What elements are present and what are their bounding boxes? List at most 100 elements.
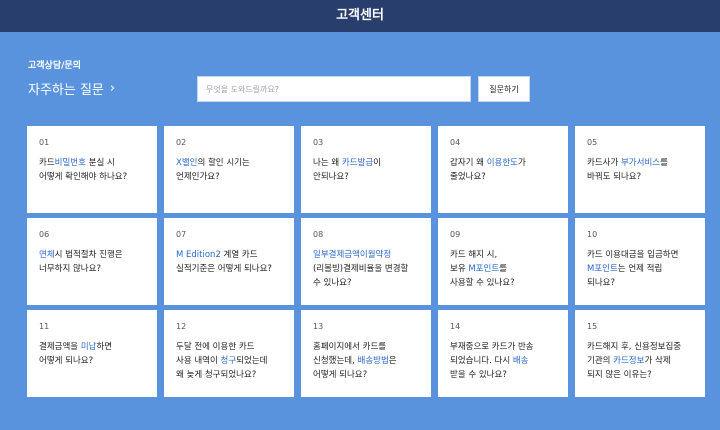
faq-number: 10 [587, 230, 598, 239]
faq-card[interactable]: 14 부재중으로 카드가 반송 되었습니다. 다시 배송 받을 수 있나요? [438, 310, 568, 397]
faq-text: 줄었나요? [450, 172, 486, 182]
faq-text: 신청했는데, [313, 356, 358, 366]
faq-title-link[interactable]: 자주하는 질문 › [28, 79, 115, 98]
faq-text: 되지 않은 이유는? [587, 370, 652, 380]
faq-question-line: 안되나요? [313, 170, 421, 184]
faq-card[interactable]: 06 연체시 법적절차 진행은 너무하지 않나요? [27, 218, 157, 305]
faq-question-line: 일부결제금액이월약정 [313, 248, 421, 262]
faq-question: 카드해지 후, 신용정보집중 기관의 카드정보가 삭제 되지 않은 이유는? [587, 340, 695, 382]
faq-question-line: (리볼빙)결제비율을 변경할 [313, 262, 421, 276]
faq-card[interactable]: 07 M Edition2 계열 카드 실적기준은 어떻게 되나요? [164, 218, 294, 305]
faq-question-line: 받을 수 있나요? [450, 368, 558, 382]
faq-text: 어떻게 되나요? [313, 370, 368, 380]
faq-question-line: 너무하지 않나요? [39, 262, 147, 276]
faq-keyword: 일부결제금액이월약정 [313, 250, 392, 260]
faq-text: 왜 늦게 청구되었나요? [176, 370, 257, 380]
faq-card[interactable]: 13 홈페이지에서 카드를 신청했는데, 배송방법은 어떻게 되나요? [301, 310, 431, 397]
header-bar: 고객센터 [0, 0, 720, 32]
faq-number: 04 [450, 138, 461, 147]
faq-card[interactable]: 10 카드 이용대금을 입금하면 M포인트는 언제 적립 되나요? [575, 218, 705, 305]
faq-question-line: 왜 늦게 청구되었나요? [176, 368, 284, 382]
faq-question-line: 어떻게 되나요? [313, 368, 421, 382]
faq-question: M Edition2 계열 카드 실적기준은 어떻게 되나요? [176, 248, 284, 276]
faq-text: 받을 수 있나요? [450, 370, 507, 380]
faq-question: 나는 왜 카드발급이안되나요? [313, 156, 421, 184]
faq-number: 14 [450, 322, 461, 331]
faq-grid: 01 카드비밀번호 분실 시 어떻게 확인해야 하나요? 02 X밸인의 할인 시기는 언… [27, 126, 708, 397]
faq-card[interactable]: 02 X밸인의 할인 시기는 언제인가요? [164, 126, 294, 213]
chevron-right-icon: › [109, 81, 116, 96]
faq-question-line: M Edition2 계열 카드 [176, 248, 284, 262]
faq-question-line: 카드사가 부가서비스를 [587, 156, 695, 170]
faq-number: 09 [450, 230, 461, 239]
faq-number: 12 [176, 322, 187, 331]
faq-card[interactable]: 09 카드 해지 시, 보유 M포인트를 사용할 수 있나요? [438, 218, 568, 305]
faq-text: 는 언제 적립 [617, 264, 663, 274]
faq-keyword: M포인트 [587, 264, 618, 274]
faq-text: 가 [517, 158, 526, 168]
faq-text: 이 [373, 158, 381, 168]
faq-text: 시 법적절차 진행은 [54, 250, 123, 260]
ask-question-button[interactable]: 질문하기 [478, 76, 530, 102]
faq-question-line: 카드비밀번호 분실 시 [39, 156, 147, 170]
faq-keyword: 카드발급 [341, 158, 374, 168]
faq-text: 사용 내역이 [176, 356, 221, 366]
faq-question-line: 홈페이지에서 카드를 [313, 340, 421, 354]
faq-text: 하면 [96, 342, 113, 352]
faq-number: 05 [587, 138, 598, 147]
faq-keyword: 이용한도 [486, 158, 518, 168]
faq-card[interactable]: 11 결제금액을 미납하면 어떻게 되나요? [27, 310, 157, 397]
faq-number: 07 [176, 230, 187, 239]
faq-question: 카드비밀번호 분실 시어떻게 확인해야 하나요? [39, 156, 147, 184]
faq-text: 되었는데 [236, 356, 268, 366]
faq-keyword: 미납 [80, 342, 97, 352]
faq-text: 홈페이지에서 카드를 [313, 342, 387, 352]
section-subtitle: 고객상담/문의 [28, 61, 81, 71]
faq-text: 카드 이용대금을 입금하면 [587, 250, 679, 260]
faq-text: 수 있나요? [313, 278, 352, 288]
faq-number: 03 [313, 138, 324, 147]
faq-question: 일부결제금액이월약정 (리볼빙)결제비율을 변경할수 있나요? [313, 248, 421, 290]
faq-question-line: 실적기준은 어떻게 되나요? [176, 262, 284, 276]
faq-number: 15 [587, 322, 598, 331]
faq-text: 바꿔도 되나요? [587, 172, 642, 182]
faq-question-line: 카드 이용대금을 입금하면 [587, 248, 695, 262]
search-input[interactable] [197, 76, 471, 102]
faq-text: 보유 [450, 264, 469, 274]
faq-card[interactable]: 04 갑자기 왜 이용한도가줄었나요? [438, 126, 568, 213]
faq-text: 갑자기 왜 [450, 158, 487, 168]
faq-question: 카드 해지 시, 보유 M포인트를 사용할 수 있나요? [450, 248, 558, 290]
faq-card[interactable]: 15 카드해지 후, 신용정보집중 기관의 카드정보가 삭제 되지 않은 이유는? [575, 310, 705, 397]
faq-question: 연체시 법적절차 진행은 너무하지 않나요? [39, 248, 147, 276]
faq-question-line: 줄었나요? [450, 170, 558, 184]
faq-text: 안되나요? [313, 172, 349, 182]
faq-question-line: 연체시 법적절차 진행은 [39, 248, 147, 262]
faq-text: 두달 전에 이용한 카드 [176, 342, 255, 352]
faq-text: 를 [660, 158, 668, 168]
faq-card[interactable]: 12 두달 전에 이용한 카드사용 내역이 청구되었는데왜 늦게 청구되었나요? [164, 310, 294, 397]
faq-keyword: M포인트 [468, 264, 500, 274]
faq-question-line: 보유 M포인트를 [450, 262, 558, 276]
faq-card[interactable]: 05 카드사가 부가서비스를바꿔도 되나요? [575, 126, 705, 213]
faq-number: 11 [39, 322, 50, 331]
faq-text: 결제금액을 [39, 342, 81, 352]
faq-keyword: 연체 [39, 250, 55, 260]
faq-keyword: 청구 [220, 356, 237, 366]
faq-text: 부재중으로 카드가 반송 [450, 342, 534, 352]
faq-question-line: M포인트는 언제 적립 [587, 262, 695, 276]
faq-text: (리볼빙)결제비율을 변경할 [313, 264, 409, 274]
faq-question-line: 되지 않은 이유는? [587, 368, 695, 382]
faq-text: 되었습니다. 다시 [450, 356, 513, 366]
faq-card[interactable]: 01 카드비밀번호 분실 시 어떻게 확인해야 하나요? [27, 126, 157, 213]
faq-text: 나는 왜 [313, 158, 342, 168]
faq-keyword: X밸인 [176, 158, 198, 168]
faq-text: 어떻게 확인해야 하나요? [39, 172, 128, 182]
faq-text: 분실 시 [85, 158, 115, 168]
faq-question: 홈페이지에서 카드를 신청했는데, 배송방법은 어떻게 되나요? [313, 340, 421, 382]
faq-question-line: 결제금액을 미납하면 [39, 340, 147, 354]
faq-card[interactable]: 08 일부결제금액이월약정 (리볼빙)결제비율을 변경할 수 있나요? [301, 218, 431, 305]
faq-keyword: 배송방법 [357, 356, 389, 366]
faq-text: 사용할 수 있나요? [450, 278, 515, 288]
faq-question-line: 두달 전에 이용한 카드 [176, 340, 284, 354]
faq-card[interactable]: 03 나는 왜 카드발급이안되나요? [301, 126, 431, 213]
